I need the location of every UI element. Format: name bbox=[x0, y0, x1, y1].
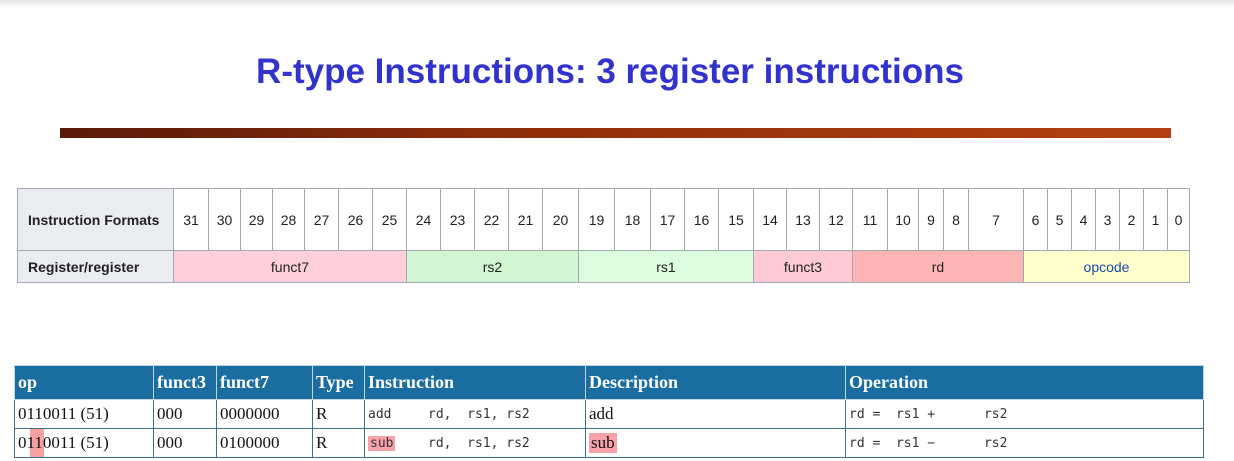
operand-rd: rd, bbox=[428, 435, 452, 451]
rd-field: rd bbox=[852, 250, 1024, 283]
col-funct3: funct3 bbox=[153, 365, 217, 400]
bit-24: 24 bbox=[406, 188, 441, 251]
instruction-format-table: Instruction Formats 31 30 29 28 27 26 25 24 23 22… bbox=[17, 188, 1190, 283]
bit-2: 2 bbox=[1119, 188, 1144, 251]
bit-6: 6 bbox=[1023, 188, 1048, 251]
funct7-cell: 0100000 bbox=[216, 428, 313, 458]
register-register-row: Register/register funct7 rs2 rs1 funct3 … bbox=[17, 250, 1190, 283]
op-cell: 0110011 (51) bbox=[14, 428, 154, 458]
bit-9: 9 bbox=[918, 188, 944, 251]
bit-14: 14 bbox=[753, 188, 787, 251]
operand-rs2: rs2 bbox=[506, 435, 530, 451]
bit-12: 12 bbox=[819, 188, 853, 251]
bit-31: 31 bbox=[173, 188, 209, 251]
bit-28: 28 bbox=[272, 188, 305, 251]
funct3-cell: 000 bbox=[153, 399, 217, 429]
slide-title: R-type Instructions: 3 register instruct… bbox=[256, 52, 964, 91]
operation-rs1: rs1 + bbox=[895, 406, 936, 422]
col-funct7: funct7 bbox=[216, 365, 313, 400]
operation-cell: rd = rs1 − rs2 bbox=[845, 428, 1204, 458]
bit-30: 30 bbox=[208, 188, 241, 251]
operation-lhs: rd = bbox=[849, 435, 881, 451]
bit-27: 27 bbox=[304, 188, 339, 251]
operand-rs1: rs1, bbox=[467, 435, 499, 451]
mnemonic: add bbox=[368, 406, 392, 422]
bit-23: 23 bbox=[440, 188, 475, 251]
operand-rs2: rs2 bbox=[506, 406, 530, 422]
operation-cell: rd = rs1 + rs2 bbox=[845, 399, 1204, 429]
col-operation: Operation bbox=[845, 365, 1204, 400]
type-cell: R bbox=[312, 399, 365, 429]
rs2-field: rs2 bbox=[406, 250, 579, 283]
operation-rs1: rs1 − bbox=[895, 435, 936, 451]
bit-10: 10 bbox=[887, 188, 919, 251]
bit-4: 4 bbox=[1071, 188, 1096, 251]
operand-rd: rd, bbox=[428, 406, 452, 422]
operation-rs2: rs2 bbox=[983, 406, 1008, 422]
instruction-cell: sub rd, rs1, rs2 bbox=[364, 428, 586, 458]
bit-29: 29 bbox=[240, 188, 273, 251]
top-shadow bbox=[0, 0, 1234, 8]
bit-21: 21 bbox=[508, 188, 543, 251]
table-row-add: 0110011 (51) 000 0000000 R add rd, rs1, r… bbox=[14, 399, 1204, 429]
funct3-cell: 000 bbox=[153, 428, 217, 458]
description-cell: add bbox=[585, 399, 846, 429]
register-register-label: Register/register bbox=[17, 250, 174, 283]
bit-16: 16 bbox=[684, 188, 719, 251]
operand-rs1: rs1, bbox=[467, 406, 499, 422]
bit-20: 20 bbox=[542, 188, 579, 251]
opcode-field: opcode bbox=[1023, 250, 1190, 283]
funct7-cell: 0000000 bbox=[216, 399, 313, 429]
instruction-table-header: op funct3 funct7 Type Instruction Descri… bbox=[14, 365, 1204, 400]
bit-25: 25 bbox=[372, 188, 407, 251]
bit-15: 15 bbox=[718, 188, 754, 251]
bit-18: 18 bbox=[614, 188, 651, 251]
bit-header-row: Instruction Formats 31 30 29 28 27 26 25 24 23 22… bbox=[17, 188, 1190, 251]
operation-rs2: rs2 bbox=[983, 435, 1008, 451]
bit-7: 7 bbox=[968, 188, 1024, 251]
mnemonic-highlighted: sub bbox=[368, 435, 396, 451]
bit-3: 3 bbox=[1095, 188, 1120, 251]
bit-13: 13 bbox=[786, 188, 820, 251]
rs1-field: rs1 bbox=[578, 250, 754, 283]
bit-17: 17 bbox=[650, 188, 685, 251]
funct3-field: funct3 bbox=[753, 250, 853, 283]
col-instruction: Instruction bbox=[364, 365, 586, 400]
bit-19: 19 bbox=[578, 188, 615, 251]
table-row-sub: 0110011 (51) 000 0100000 R sub rd, rs1, r… bbox=[14, 428, 1204, 458]
description-highlighted: sub bbox=[589, 433, 617, 453]
instruction-cell: add rd, rs1, rs2 bbox=[364, 399, 586, 429]
funct7-field: funct7 bbox=[173, 250, 407, 283]
title-divider bbox=[60, 128, 1171, 138]
col-description: Description bbox=[585, 365, 846, 400]
type-cell: R bbox=[312, 428, 365, 458]
bit-8: 8 bbox=[943, 188, 969, 251]
op-value: 0110011 (51) bbox=[18, 433, 109, 452]
instruction-table: op funct3 funct7 Type Instruction Descri… bbox=[14, 365, 1204, 458]
bit-5: 5 bbox=[1047, 188, 1072, 251]
bit-1: 1 bbox=[1143, 188, 1168, 251]
col-type: Type bbox=[312, 365, 365, 400]
description-cell: sub bbox=[585, 428, 846, 458]
col-op: op bbox=[14, 365, 154, 400]
op-cell: 0110011 (51) bbox=[14, 399, 154, 429]
operation-lhs: rd = bbox=[849, 406, 881, 422]
bit-0: 0 bbox=[1167, 188, 1190, 251]
bit-22: 22 bbox=[474, 188, 509, 251]
instruction-formats-label: Instruction Formats bbox=[17, 188, 174, 251]
bit-26: 26 bbox=[338, 188, 373, 251]
bit-11: 11 bbox=[852, 188, 888, 251]
